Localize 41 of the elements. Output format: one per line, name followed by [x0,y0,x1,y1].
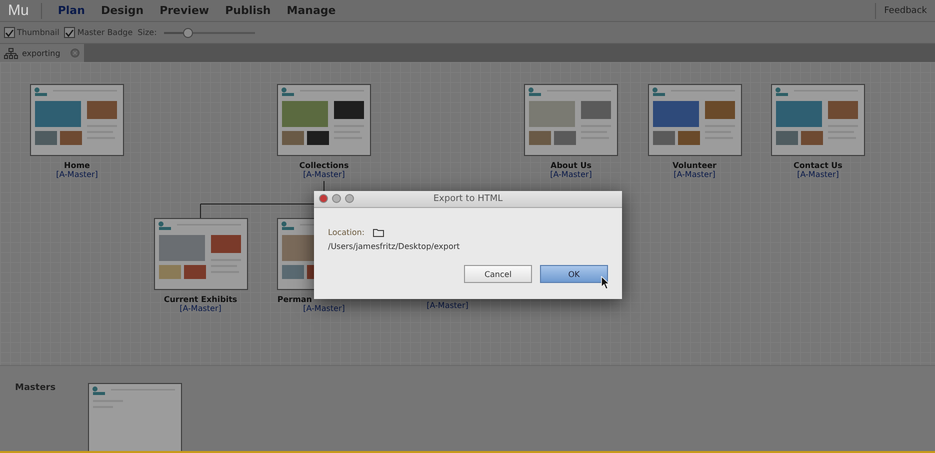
feedback-link[interactable]: Feedback [884,6,927,16]
size-label: Size: [138,28,157,37]
menu-tab[interactable]: Publish [225,4,271,17]
page-title: About Us [550,161,592,170]
section-label: Masters [15,383,56,395]
app-logo: Mu [8,2,29,19]
slider-thumb[interactable] [183,28,194,38]
page-title: Current Exhibits [164,295,238,304]
master-link[interactable]: [A-Master] [56,170,98,179]
page-title: Home [64,161,90,170]
checkbox-label: Master Badge [77,28,133,37]
page-title: Contact Us [794,161,842,170]
page-title: Volunteer [672,161,716,170]
master-link[interactable]: [A-Master] [550,170,592,179]
menu-tab[interactable]: Preview [160,4,210,17]
dialog-title: Export to HTML [433,194,503,204]
location-label: Location: [328,228,365,237]
cancel-button[interactable]: Cancel [464,265,532,283]
page-title: Collections [299,161,349,170]
zoom-icon[interactable] [345,194,354,203]
master-link[interactable]: [A-Master] [426,301,468,310]
master-link[interactable]: [A-Master] [180,304,222,313]
sitemap-icon [4,48,18,58]
master-link[interactable]: [A-Master] [303,304,345,313]
ok-button[interactable]: OK [540,265,608,283]
checkbox[interactable] [4,27,15,38]
master-link[interactable]: [A-Master] [303,170,345,179]
checkbox[interactable] [64,27,76,38]
cursor-icon [601,276,610,290]
page-title: Perman [277,295,312,304]
master-link[interactable]: [A-Master] [797,170,839,179]
document-tab[interactable]: exporting [0,44,84,62]
menu-tab[interactable]: Plan [58,4,85,17]
menu-tab[interactable]: Design [100,4,144,17]
master-link[interactable]: [A-Master] [674,170,716,179]
close-icon[interactable] [319,194,328,203]
menu-tab[interactable]: Manage [286,4,336,17]
location-path: /Users/jamesfritz/Desktop/export [328,242,461,251]
checkbox-label: Thumbnail [17,28,60,37]
folder-icon[interactable] [372,228,384,237]
minimize-icon[interactable] [332,194,341,203]
